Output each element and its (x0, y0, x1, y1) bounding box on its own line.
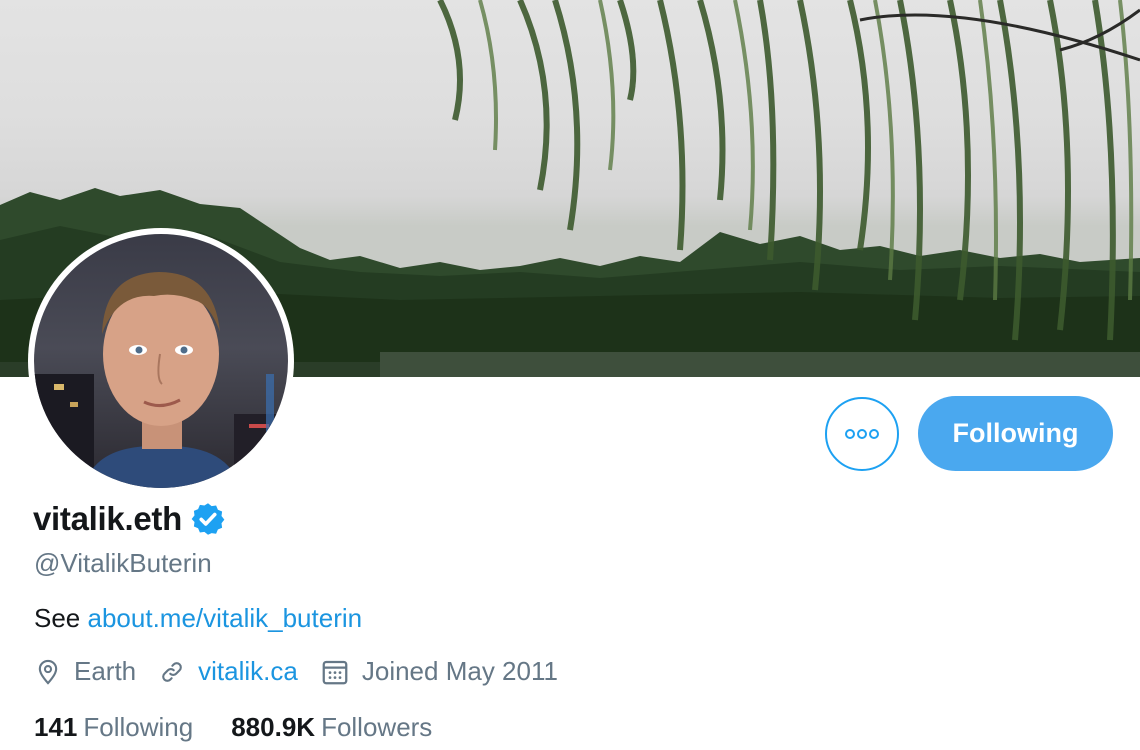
followers-count: 880.9K (231, 712, 316, 742)
bio-text: See (34, 603, 81, 633)
followers-label: Followers (321, 712, 433, 742)
profile-meta: Earth vitalik.ca Joined May 2011 (34, 656, 580, 687)
join-date: Joined May 2011 (320, 656, 558, 687)
location-pin-icon (38, 659, 58, 685)
verified-badge-icon (191, 503, 225, 535)
avatar-image (34, 234, 288, 488)
website: vitalik.ca (158, 656, 298, 687)
more-horizontal-icon (845, 429, 879, 439)
location: Earth (34, 656, 136, 687)
join-date-text: Joined May 2011 (361, 656, 558, 686)
following-label: Following (83, 712, 194, 742)
more-options-button[interactable] (825, 397, 899, 471)
calendar-icon (322, 660, 348, 684)
bio-link[interactable]: about.me/vitalik_buterin (88, 603, 363, 633)
display-name: vitalik.eth (33, 500, 182, 537)
website-link[interactable]: vitalik.ca (198, 656, 298, 687)
location-text: Earth (74, 656, 137, 686)
bio: See about.me/vitalik_buterin (34, 603, 362, 634)
following-stat[interactable]: 141 Following (34, 712, 193, 743)
following-count: 141 (34, 712, 78, 742)
handle: @VitalikButerin (34, 548, 212, 578)
profile-stats: 141 Following 880.9K Followers (34, 712, 470, 743)
name-row: vitalik.eth (33, 500, 226, 538)
following-button[interactable]: Following (918, 396, 1113, 471)
avatar[interactable] (28, 228, 294, 494)
link-icon (162, 661, 182, 682)
followers-stat[interactable]: 880.9K Followers (231, 712, 432, 743)
